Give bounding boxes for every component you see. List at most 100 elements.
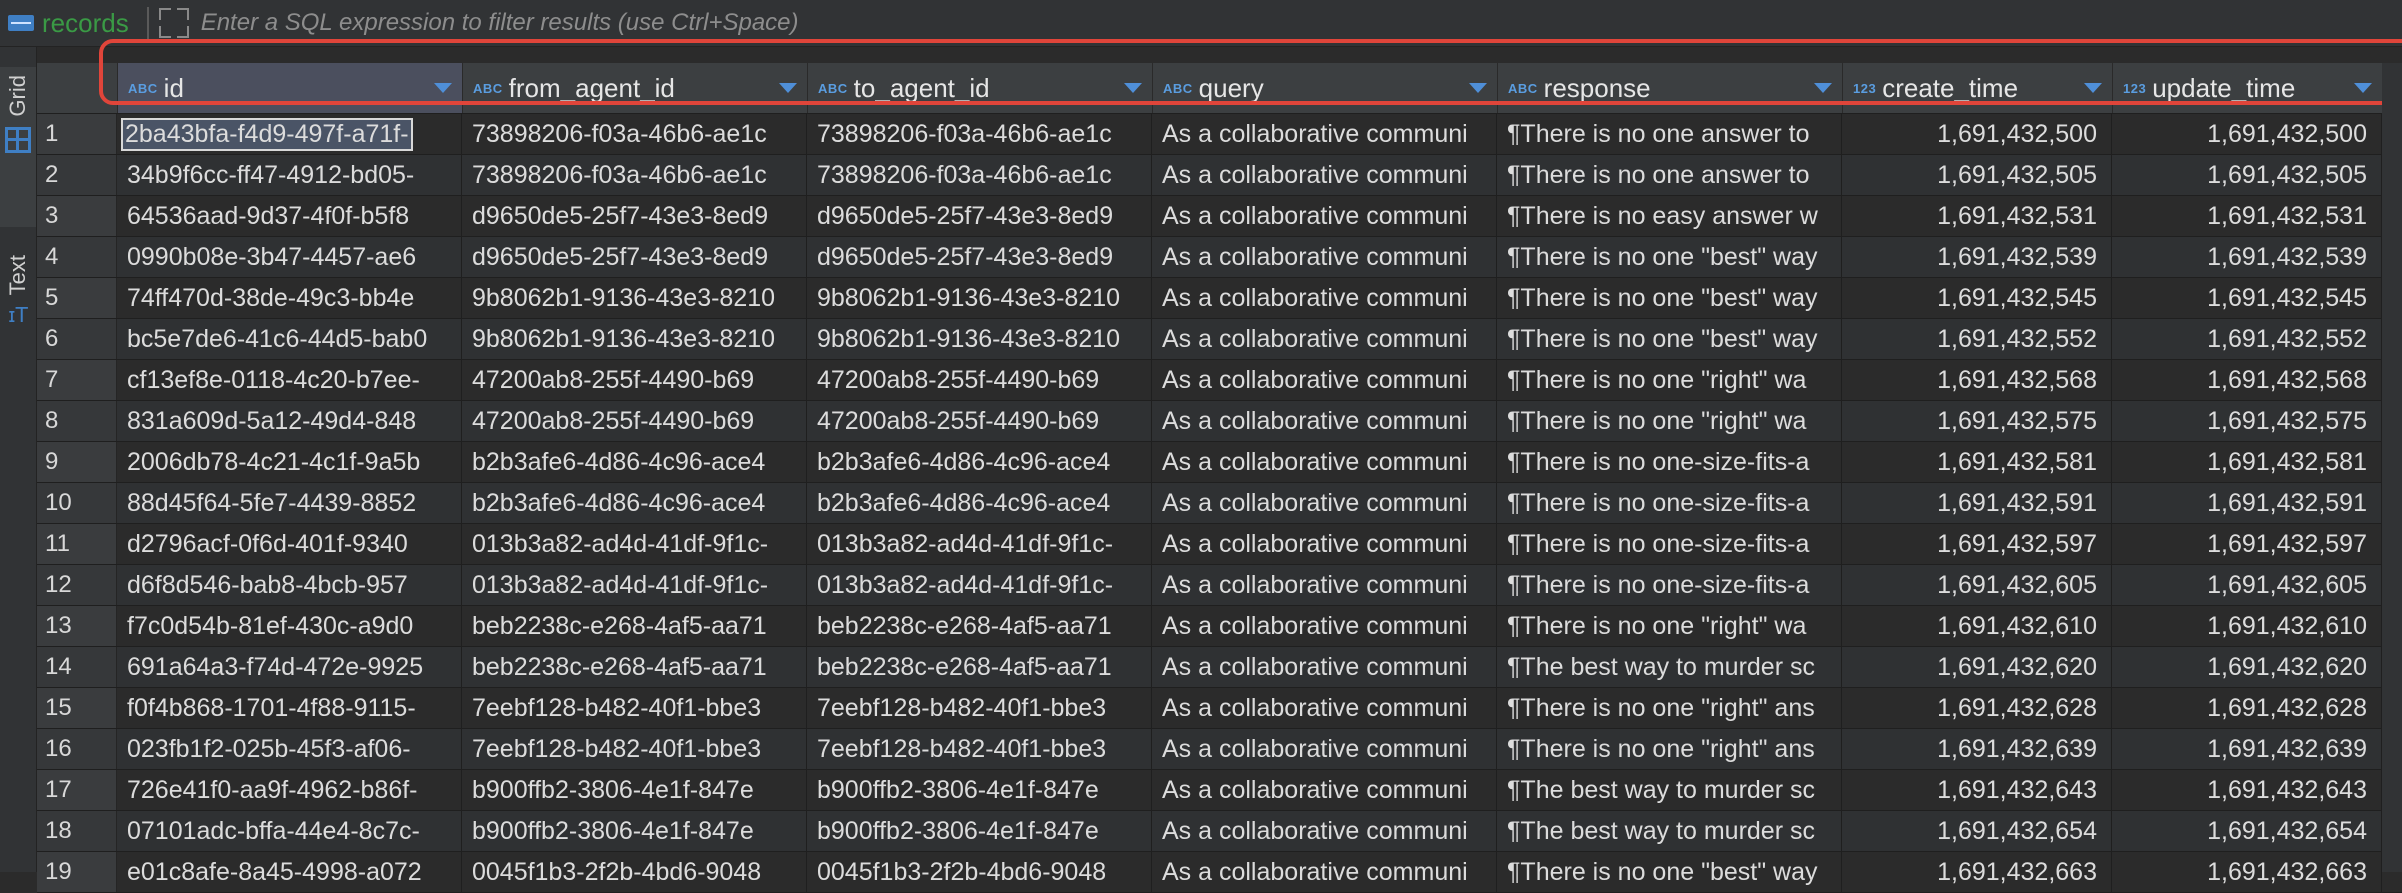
cell-to-agent-id[interactable]: b2b3afe6-4d86-4c96-ace4 [807,483,1152,523]
cell-update-time[interactable]: 1,691,432,654 [2112,811,2382,851]
cell-id[interactable]: 023fb1f2-025b-45f3-af06- [117,729,462,769]
cell-create-time[interactable]: 1,691,432,654 [1842,811,2112,851]
cell-response[interactable]: ¶There is no one-size-fits-a [1497,565,1842,605]
column-header-from-agent-id[interactable]: ABC from_agent_id [463,63,808,113]
cell-from-agent-id[interactable]: 9b8062b1-9136-43e3-8210 [462,278,807,318]
cell-id[interactable]: 2ba43bfa-f4d9-497f-a71f- [117,114,462,154]
cell-query[interactable]: As a collaborative communi [1152,647,1497,687]
cell-from-agent-id[interactable]: 013b3a82-ad4d-41df-9f1c- [462,524,807,564]
cell-id[interactable]: bc5e7de6-41c6-44d5-bab0 [117,319,462,359]
cell-update-time[interactable]: 1,691,432,628 [2112,688,2382,728]
table-row[interactable]: 1 2ba43bfa-f4d9-497f-a71f- 73898206-f03a-4… [37,114,2402,155]
cell-create-time[interactable]: 1,691,432,539 [1842,237,2112,277]
row-number[interactable]: 18 [37,811,117,851]
table-row[interactable]: 3 64536aad-9d37-4f0f-b5f8 d9650de5-25f7-43… [37,196,2402,237]
row-number[interactable]: 13 [37,606,117,646]
cell-response[interactable]: ¶There is no one-size-fits-a [1497,442,1842,482]
sort-filter-icon[interactable] [2354,83,2372,93]
cell-to-agent-id[interactable]: 9b8062b1-9136-43e3-8210 [807,319,1152,359]
cell-update-time[interactable]: 1,691,432,610 [2112,606,2382,646]
cell-from-agent-id[interactable]: 7eebf128-b482-40f1-bbe3 [462,729,807,769]
cell-update-time[interactable]: 1,691,432,643 [2112,770,2382,810]
table-row[interactable]: 5 74ff470d-38de-49c3-bb4e 9b8062b1-9136-43… [37,278,2402,319]
cell-query[interactable]: As a collaborative communi [1152,114,1497,154]
cell-query[interactable]: As a collaborative communi [1152,442,1497,482]
table-row[interactable]: 4 0990b08e-3b47-4457-ae6 d9650de5-25f7-43e… [37,237,2402,278]
cell-create-time[interactable]: 1,691,432,663 [1842,852,2112,892]
sort-filter-icon[interactable] [1814,83,1832,93]
cell-query[interactable]: As a collaborative communi [1152,729,1497,769]
cell-response[interactable]: ¶There is no one "best" way [1497,237,1842,277]
cell-id[interactable]: cf13ef8e-0118-4c20-b7ee- [117,360,462,400]
sort-filter-icon[interactable] [779,83,797,93]
cell-create-time[interactable]: 1,691,432,620 [1842,647,2112,687]
row-number[interactable]: 5 [37,278,117,318]
cell-update-time[interactable]: 1,691,432,545 [2112,278,2382,318]
cell-update-time[interactable]: 1,691,432,575 [2112,401,2382,441]
cell-query[interactable]: As a collaborative communi [1152,401,1497,441]
cell-from-agent-id[interactable]: 0045f1b3-2f2b-4bd6-9048 [462,852,807,892]
row-number[interactable]: 8 [37,401,117,441]
cell-id[interactable]: d6f8d546-bab8-4bcb-957 [117,565,462,605]
vertical-scrollbar[interactable] [2382,63,2402,872]
cell-id[interactable]: d2796acf-0f6d-401f-9340 [117,524,462,564]
table-row[interactable]: 19 e01c8afe-8a45-4998-a072 0045f1b3-2f2b-4… [37,852,2402,893]
cell-id[interactable]: 2006db78-4c21-4c1f-9a5b [117,442,462,482]
cell-query[interactable]: As a collaborative communi [1152,278,1497,318]
cell-create-time[interactable]: 1,691,432,610 [1842,606,2112,646]
column-header-query[interactable]: ABC query [1153,63,1498,113]
cell-id[interactable]: 34b9f6cc-ff47-4912-bd05- [117,155,462,195]
cell-id[interactable]: e01c8afe-8a45-4998-a072 [117,852,462,892]
cell-response[interactable]: ¶There is no one "right" wa [1497,401,1842,441]
cell-to-agent-id[interactable]: 73898206-f03a-46b6-ae1c [807,114,1152,154]
cell-response[interactable]: ¶There is no one "best" way [1497,319,1842,359]
tab-grid[interactable]: Grid [0,67,36,227]
row-number[interactable]: 14 [37,647,117,687]
cell-create-time[interactable]: 1,691,432,575 [1842,401,2112,441]
cell-to-agent-id[interactable]: 013b3a82-ad4d-41df-9f1c- [807,524,1152,564]
cell-from-agent-id[interactable]: 47200ab8-255f-4490-b69 [462,360,807,400]
cell-update-time[interactable]: 1,691,432,531 [2112,196,2382,236]
cell-query[interactable]: As a collaborative communi [1152,688,1497,728]
cell-id[interactable]: 07101adc-bffa-44e4-8c7c- [117,811,462,851]
row-number[interactable]: 2 [37,155,117,195]
cell-query[interactable]: As a collaborative communi [1152,606,1497,646]
cell-query[interactable]: As a collaborative communi [1152,565,1497,605]
cell-response[interactable]: ¶There is no one answer to [1497,114,1842,154]
cell-id[interactable]: f7c0d54b-81ef-430c-a9d0 [117,606,462,646]
cell-to-agent-id[interactable]: 0045f1b3-2f2b-4bd6-9048 [807,852,1152,892]
row-number[interactable]: 7 [37,360,117,400]
cell-query[interactable]: As a collaborative communi [1152,237,1497,277]
cell-from-agent-id[interactable]: b2b3afe6-4d86-4c96-ace4 [462,442,807,482]
row-number[interactable]: 16 [37,729,117,769]
row-number[interactable]: 9 [37,442,117,482]
cell-response[interactable]: ¶The best way to murder sc [1497,811,1842,851]
cell-update-time[interactable]: 1,691,432,539 [2112,237,2382,277]
sort-filter-icon[interactable] [1124,83,1142,93]
table-row[interactable]: 13 f7c0d54b-81ef-430c-a9d0 beb2238c-e268-4… [37,606,2402,647]
expand-icon[interactable] [157,6,191,40]
table-row[interactable]: 14 691a64a3-f74d-472e-9925 beb2238c-e268-4… [37,647,2402,688]
row-number[interactable]: 11 [37,524,117,564]
table-row[interactable]: 8 831a609d-5a12-49d4-848 47200ab8-255f-449… [37,401,2402,442]
cell-create-time[interactable]: 1,691,432,643 [1842,770,2112,810]
cell-from-agent-id[interactable]: d9650de5-25f7-43e3-8ed9 [462,237,807,277]
cell-create-time[interactable]: 1,691,432,605 [1842,565,2112,605]
cell-response[interactable]: ¶There is no one "best" way [1497,278,1842,318]
table-row[interactable]: 12 d6f8d546-bab8-4bcb-957 013b3a82-ad4d-41… [37,565,2402,606]
cell-to-agent-id[interactable]: 73898206-f03a-46b6-ae1c [807,155,1152,195]
cell-query[interactable]: As a collaborative communi [1152,811,1497,851]
cell-from-agent-id[interactable]: d9650de5-25f7-43e3-8ed9 [462,196,807,236]
cell-update-time[interactable]: 1,691,432,500 [2112,114,2382,154]
cell-update-time[interactable]: 1,691,432,597 [2112,524,2382,564]
column-header-response[interactable]: ABC response [1498,63,1843,113]
cell-query[interactable]: As a collaborative communi [1152,196,1497,236]
cell-query[interactable]: As a collaborative communi [1152,155,1497,195]
column-header-to-agent-id[interactable]: ABC to_agent_id [808,63,1153,113]
cell-create-time[interactable]: 1,691,432,591 [1842,483,2112,523]
sql-filter-input[interactable] [198,2,2402,44]
row-number-header[interactable] [37,63,118,113]
cell-to-agent-id[interactable]: 013b3a82-ad4d-41df-9f1c- [807,565,1152,605]
cell-to-agent-id[interactable]: d9650de5-25f7-43e3-8ed9 [807,237,1152,277]
table-row[interactable]: 2 34b9f6cc-ff47-4912-bd05- 73898206-f03a-4… [37,155,2402,196]
